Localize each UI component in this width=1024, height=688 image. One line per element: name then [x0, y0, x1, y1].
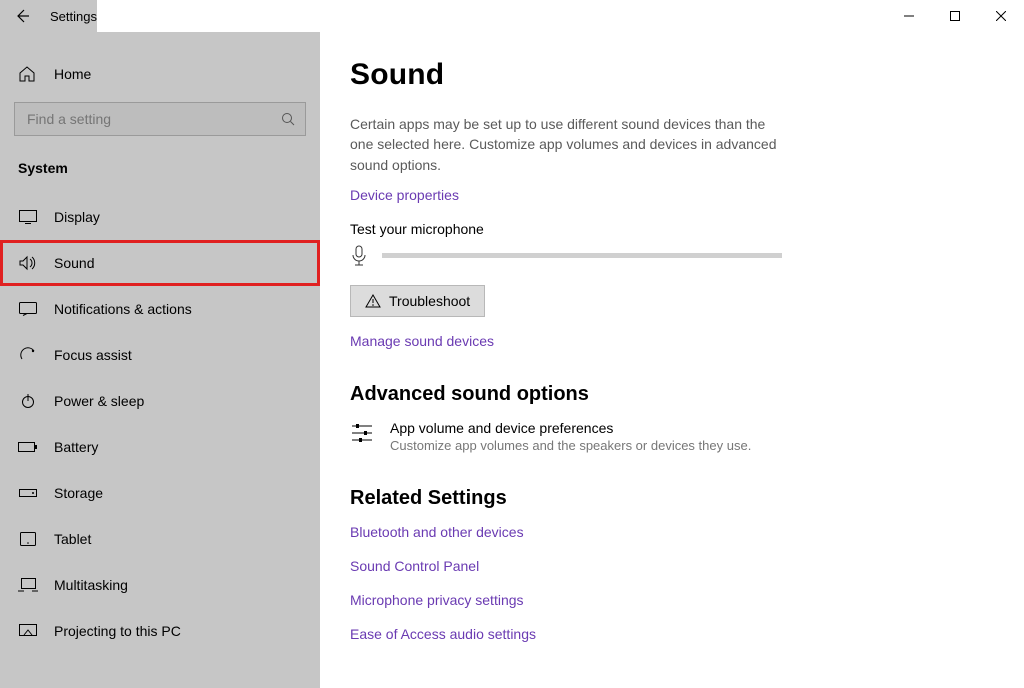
sidebar-item-label: Battery	[54, 439, 98, 455]
sidebar-item-tablet[interactable]: Tablet	[0, 516, 320, 562]
close-button[interactable]	[978, 0, 1024, 32]
notifications-icon	[18, 302, 38, 316]
adv-item-desc: Customize app volumes and the speakers o…	[390, 438, 751, 453]
related-link-sound-control-panel[interactable]: Sound Control Panel	[350, 558, 994, 574]
projecting-icon	[18, 624, 38, 638]
back-arrow-icon	[14, 8, 30, 24]
related-link-microphone-privacy[interactable]: Microphone privacy settings	[350, 592, 994, 608]
home-icon	[18, 65, 38, 83]
search-input[interactable]	[25, 110, 255, 128]
manage-sound-devices-link[interactable]: Manage sound devices	[350, 333, 994, 349]
device-properties-link[interactable]: Device properties	[350, 187, 994, 203]
display-icon	[18, 210, 38, 224]
test-mic-label: Test your microphone	[350, 221, 994, 237]
related-links: Bluetooth and other devices Sound Contro…	[350, 524, 994, 642]
minimize-button[interactable]	[886, 0, 932, 32]
search-wrap	[0, 92, 320, 146]
sidebar-item-label: Storage	[54, 485, 103, 501]
troubleshoot-button[interactable]: Troubleshoot	[350, 285, 485, 317]
sidebar-navlist: Display Sound Notifications & actions Fo…	[0, 186, 320, 654]
page-title: Sound	[350, 58, 994, 92]
sidebar-home-label: Home	[54, 66, 91, 82]
sidebar-item-label: Focus assist	[54, 347, 132, 363]
maximize-button[interactable]	[932, 0, 978, 32]
warning-icon	[365, 294, 381, 308]
troubleshoot-label: Troubleshoot	[389, 293, 470, 309]
storage-icon	[18, 487, 38, 499]
sidebar-item-label: Multitasking	[54, 577, 128, 593]
related-heading: Related Settings	[350, 487, 994, 510]
mic-level-bar	[382, 253, 782, 258]
advanced-heading: Advanced sound options	[350, 383, 994, 406]
sidebar-item-projecting[interactable]: Projecting to this PC	[0, 608, 320, 654]
sidebar-item-label: Power & sleep	[54, 393, 144, 409]
search-icon	[281, 112, 295, 126]
sidebar-item-notifications[interactable]: Notifications & actions	[0, 286, 320, 332]
focus-icon	[18, 346, 38, 364]
sidebar-item-sound[interactable]: Sound	[0, 240, 320, 286]
sound-icon	[18, 255, 38, 271]
sidebar-item-label: Projecting to this PC	[54, 623, 181, 639]
titlebar: Settings	[0, 0, 1024, 32]
body: Home System Display Sound	[0, 32, 1024, 688]
sidebar: Home System Display Sound	[0, 32, 320, 688]
sidebar-item-multitasking[interactable]: Multitasking	[0, 562, 320, 608]
settings-window: Settings Home Sys	[0, 0, 1024, 688]
window-controls	[886, 0, 1024, 32]
search-box[interactable]	[14, 102, 306, 136]
sidebar-item-power-sleep[interactable]: Power & sleep	[0, 378, 320, 424]
adv-item-title: App volume and device preferences	[390, 420, 751, 436]
sidebar-item-display[interactable]: Display	[0, 194, 320, 240]
sidebar-item-focus-assist[interactable]: Focus assist	[0, 332, 320, 378]
multitasking-icon	[18, 578, 38, 592]
tablet-icon	[18, 532, 38, 546]
sidebar-item-label: Tablet	[54, 531, 91, 547]
mic-test-row	[350, 245, 994, 267]
battery-icon	[18, 441, 38, 453]
sidebar-item-label: Display	[54, 209, 100, 225]
app-volume-preferences[interactable]: App volume and device preferences Custom…	[350, 420, 994, 453]
microphone-icon	[350, 245, 368, 267]
window-title: Settings	[44, 9, 97, 24]
titlebar-spacer	[97, 0, 886, 32]
sidebar-home[interactable]: Home	[0, 56, 320, 92]
related-link-bluetooth[interactable]: Bluetooth and other devices	[350, 524, 994, 540]
sidebar-item-battery[interactable]: Battery	[0, 424, 320, 470]
related-link-ease-of-access-audio[interactable]: Ease of Access audio settings	[350, 626, 994, 642]
intro-text: Certain apps may be set up to use differ…	[350, 114, 790, 175]
sidebar-section-label: System	[0, 146, 320, 186]
back-button[interactable]	[0, 0, 44, 32]
sidebar-item-label: Notifications & actions	[54, 301, 192, 317]
sidebar-item-storage[interactable]: Storage	[0, 470, 320, 516]
power-icon	[18, 393, 38, 409]
sidebar-item-label: Sound	[54, 255, 94, 271]
sliders-icon	[350, 420, 374, 444]
content: Sound Certain apps may be set up to use …	[320, 32, 1024, 688]
